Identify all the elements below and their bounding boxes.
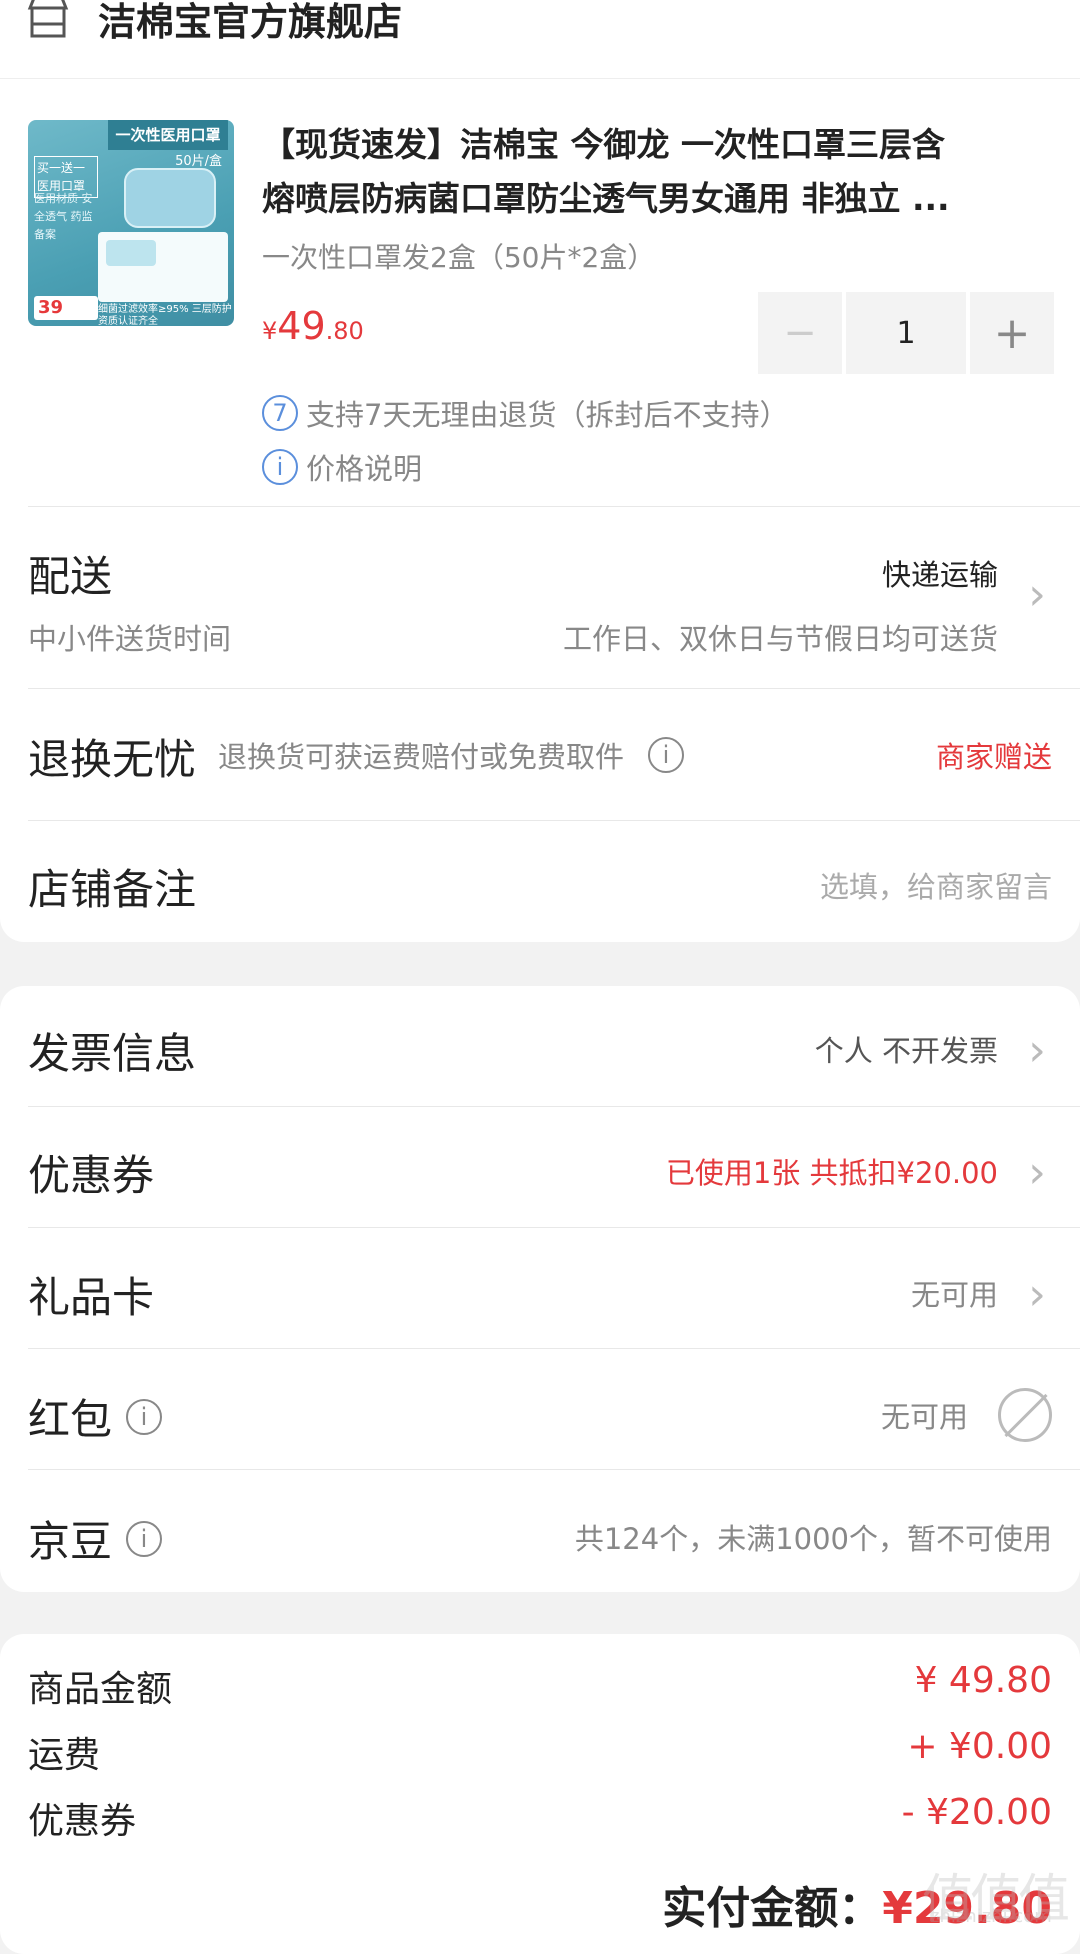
- product-sku: 一次性口罩发2盒（50片*2盒）: [262, 241, 656, 274]
- divider: [28, 1348, 1080, 1349]
- info-icon[interactable]: i: [648, 737, 685, 773]
- store-icon: [27, 0, 69, 38]
- divider: [28, 1469, 1080, 1470]
- unavailable-icon: [998, 1388, 1052, 1442]
- coupon-label: 优惠券: [28, 1151, 155, 1200]
- divider: [28, 820, 1080, 821]
- giftcard-label: 礼品卡: [28, 1273, 155, 1322]
- mask-image: [124, 168, 216, 228]
- delivery-label: 配送: [28, 552, 113, 601]
- returns-desc: 退换货可获运费赔付或免费取件: [218, 740, 625, 774]
- delivery-method: 快递运输: [881, 558, 998, 592]
- store-note-input[interactable]: 选填，给商家留言: [820, 864, 1052, 906]
- jingdou-label-wrap: 京豆 i: [28, 1508, 163, 1569]
- summary-row: 运费 + ¥0.00: [28, 1726, 1052, 1778]
- product-title-line2: 熔喷层防病菌口罩防尘透气男女通用 非独立 ...: [262, 179, 950, 218]
- watermark-site: zhizhizhi.com: [930, 1906, 1052, 1927]
- summary-label: 商品金额: [28, 1669, 173, 1710]
- summary-value: - ¥20.00: [901, 1792, 1052, 1833]
- invoice-label: 发票信息: [28, 1029, 197, 1078]
- summary-label: 优惠券: [28, 1801, 137, 1842]
- chevron-right-icon: ›: [1028, 1025, 1046, 1076]
- info-icon[interactable]: i: [126, 1398, 163, 1435]
- product-thumbnail[interactable]: 一次性医用口罩 50片/盒 买一送一 医用口罩 医用材质 安全透气 药监备案 3…: [28, 120, 234, 326]
- summary-value: ¥ 49.80: [914, 1660, 1052, 1701]
- coupon-value: 已使用1张 共抵扣¥20.00: [665, 1156, 998, 1190]
- mask-box-image: [98, 232, 228, 302]
- product-price: ¥49.80: [262, 304, 364, 348]
- redpacket-label: 红包: [28, 1395, 113, 1444]
- summary-label: 运费: [28, 1735, 101, 1776]
- divider: [28, 506, 1080, 507]
- total-label: 实付金额：: [662, 1883, 883, 1934]
- watermark-logo: 值值值 zhizhizhi.com: [922, 1857, 1072, 1930]
- quantity-stepper[interactable]: − 1 +: [758, 292, 1054, 374]
- chevron-right-icon: ›: [1028, 1147, 1046, 1198]
- summary-row: 优惠券 - ¥20.00: [28, 1792, 1052, 1844]
- product-title-line1: 【现货速发】洁棉宝 今御龙 一次性口罩三层含: [262, 125, 945, 164]
- increase-button[interactable]: +: [970, 292, 1054, 374]
- thumb-text: 医用材质 安全透气 药监备案: [34, 192, 93, 241]
- return-policy: 7 支持7天无理由退货（拆封后不支持）: [262, 392, 788, 434]
- price-integer: 49: [277, 304, 326, 348]
- payment-options-card: 发票信息 个人 不开发票 › 优惠券 已使用1张 共抵扣¥20.00 › 礼品卡…: [0, 986, 1080, 1592]
- divider: [28, 1106, 1080, 1107]
- divider: [28, 688, 1080, 689]
- delivery-time-value: 工作日、双休日与节假日均可送货: [562, 622, 998, 656]
- seven-day-icon: 7: [262, 395, 298, 431]
- shop-name[interactable]: 洁棉宝官方旗舰店: [98, 0, 402, 48]
- giftcard-value: 无可用: [910, 1278, 998, 1312]
- chevron-right-icon: ›: [1028, 569, 1046, 620]
- quantity-input[interactable]: 1: [846, 292, 966, 374]
- store-note-label: 店铺备注: [28, 865, 197, 914]
- summary-row: 商品金额 ¥ 49.80: [28, 1660, 1052, 1712]
- redpacket-label-wrap: 红包 i: [28, 1386, 163, 1447]
- shop-header[interactable]: 洁棉宝官方旗舰店: [0, 0, 1080, 79]
- decrease-button[interactable]: −: [758, 292, 842, 374]
- divider: [28, 1227, 1080, 1228]
- invoice-value: 个人 不开发票: [814, 1034, 998, 1068]
- price-currency: ¥: [262, 317, 278, 345]
- price-note-text: 价格说明: [306, 452, 423, 486]
- price-note[interactable]: i 价格说明: [262, 446, 422, 488]
- info-icon: i: [262, 449, 298, 485]
- order-shop-card: 洁棉宝官方旗舰店 一次性医用口罩 50片/盒 买一送一 医用口罩 医用材质 安全…: [0, 0, 1080, 942]
- redpacket-value: 无可用: [880, 1400, 968, 1434]
- summary-value: + ¥0.00: [907, 1726, 1052, 1767]
- product-title[interactable]: 【现货速发】洁棉宝 今御龙 一次性口罩三层含 熔喷层防病菌口罩防尘透气男女通用 …: [262, 118, 1058, 226]
- thumb-price-badge: 39: [34, 296, 98, 320]
- returns-value: 商家赠送: [935, 740, 1052, 774]
- price-decimal: .80: [325, 317, 364, 345]
- thumb-text: 细菌过滤效率≥95% 三层防护 资质认证齐全: [98, 304, 232, 326]
- jingdou-value: 共124个，未满1000个，暂不可使用: [574, 1522, 1052, 1556]
- chevron-right-icon: ›: [1028, 1269, 1046, 1320]
- returns-label: 退换无忧: [28, 735, 197, 784]
- delivery-time-label: 中小件送货时间: [28, 622, 232, 656]
- info-icon[interactable]: i: [126, 1520, 163, 1557]
- thumb-text: 50片/盒: [175, 154, 222, 169]
- thumb-text: 一次性医用口罩: [108, 120, 228, 150]
- jingdou-label: 京豆: [28, 1517, 113, 1566]
- return-policy-text: 支持7天无理由退货（拆封后不支持）: [306, 398, 789, 432]
